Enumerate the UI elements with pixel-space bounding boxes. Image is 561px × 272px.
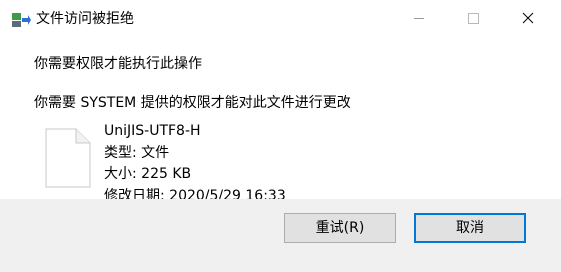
minimize-icon[interactable]: [396, 0, 442, 36]
title-bar[interactable]: 文件访问被拒绝: [0, 0, 561, 38]
window-title: 文件访问被拒绝: [36, 11, 134, 27]
file-details: UniJIS-UTF8-H 类型: 文件 大小: 225 KB 修改日期: 20…: [104, 121, 286, 207]
maximize-icon[interactable]: [450, 0, 496, 36]
file-size: 大小: 225 KB: [104, 166, 192, 182]
file-name: UniJIS-UTF8-H: [104, 123, 201, 139]
file-transfer-icon: [11, 12, 31, 28]
file-icon: [45, 128, 91, 188]
close-icon[interactable]: [505, 0, 551, 36]
message-headline: 你需要权限才能执行此操作: [34, 56, 202, 72]
file-type: 类型: 文件: [104, 144, 170, 161]
retry-button[interactable]: 重试(R): [284, 213, 396, 243]
cancel-button[interactable]: 取消: [414, 213, 526, 243]
message-detail: 你需要 SYSTEM 提供的权限才能对此文件进行更改: [34, 95, 351, 111]
